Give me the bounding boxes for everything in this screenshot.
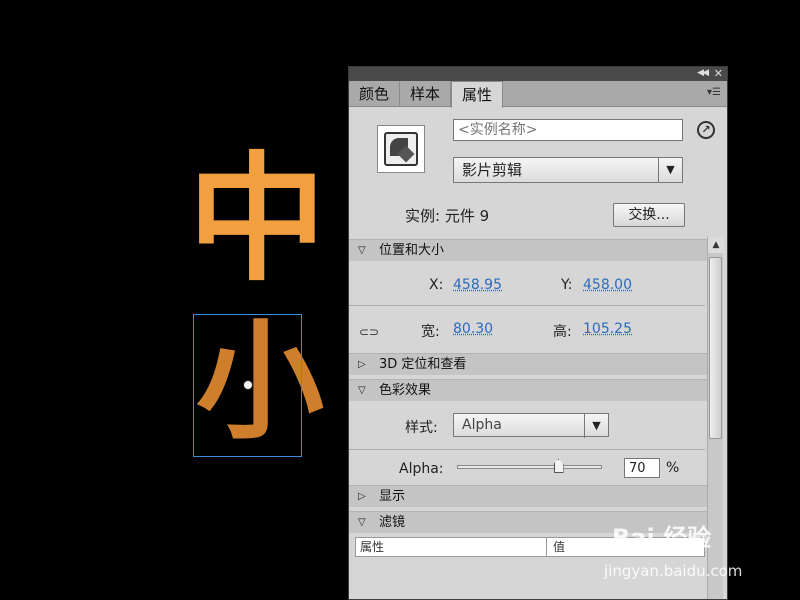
- section-display[interactable]: ▷ 显示: [349, 485, 707, 507]
- alpha-label: Alpha:: [399, 461, 444, 477]
- filters-col-value: 值: [546, 538, 565, 556]
- section-3d-position-label: 3D 定位和查看: [379, 357, 467, 372]
- x-value[interactable]: 458.95: [453, 277, 502, 293]
- alpha-value-input[interactable]: [624, 458, 660, 478]
- filters-col-property: 属性: [360, 540, 385, 554]
- alpha-slider-track[interactable]: [457, 465, 602, 469]
- section-position-size-label: 位置和大小: [379, 243, 445, 258]
- section-color-effect[interactable]: ▽ 色彩效果: [349, 379, 707, 401]
- height-label: 高:: [553, 324, 572, 340]
- instance-name-input[interactable]: [453, 119, 683, 141]
- watermark-brand: Bai 经验: [612, 524, 712, 552]
- tab-swatches[interactable]: 样本: [400, 81, 452, 107]
- swap-button[interactable]: 交换...: [613, 203, 685, 227]
- expanded-triangle-icon: ▽: [358, 245, 366, 256]
- expanded-triangle-icon: ▽: [358, 385, 366, 396]
- collapsed-triangle-icon: ▷: [358, 359, 366, 370]
- collapse-icon[interactable]: ◀◀: [697, 68, 709, 78]
- tab-properties[interactable]: 属性: [451, 81, 504, 108]
- section-filters-label: 滤镜: [379, 515, 406, 530]
- style-label: 样式:: [405, 420, 438, 436]
- section-color-effect-label: 色彩效果: [379, 383, 432, 398]
- transform-point-icon[interactable]: [243, 380, 253, 390]
- canvas-glyph-zhong: 中: [188, 137, 327, 300]
- movieclip-symbol-icon: [377, 125, 425, 173]
- y-label: Y:: [561, 277, 573, 293]
- section-3d-position[interactable]: ▷ 3D 定位和查看: [349, 353, 707, 375]
- watermark-url: jingyan.baidu.com: [604, 562, 743, 580]
- edit-symbol-icon[interactable]: ↗: [697, 121, 715, 139]
- section-display-label: 显示: [379, 489, 406, 504]
- color-style-value: Alpha: [462, 417, 502, 433]
- symbol-type-select[interactable]: 影片剪辑 ▼: [453, 157, 683, 183]
- constrain-link-icon[interactable]: ⊂⊃: [359, 325, 379, 339]
- symbol-type-value: 影片剪辑: [462, 161, 523, 179]
- panel-titlebar[interactable]: ◀◀ ✕: [349, 67, 727, 81]
- y-value[interactable]: 458.00: [583, 277, 632, 293]
- scroll-up-icon[interactable]: ▲: [708, 237, 724, 253]
- height-value[interactable]: 105.25: [583, 321, 632, 337]
- alpha-unit: %: [666, 460, 680, 476]
- tab-color[interactable]: 颜色: [349, 81, 401, 107]
- x-label: X:: [429, 277, 444, 293]
- color-style-select[interactable]: Alpha ▼: [453, 413, 609, 438]
- close-icon[interactable]: ✕: [714, 67, 723, 80]
- expanded-triangle-icon: ▽: [358, 517, 366, 528]
- chevron-down-icon: ▼: [584, 414, 608, 438]
- width-label: 宽:: [421, 324, 440, 340]
- section-position-size[interactable]: ▽ 位置和大小: [349, 239, 707, 261]
- alpha-slider-thumb[interactable]: [553, 459, 564, 473]
- instance-of-label: 实例: 元件 9: [405, 207, 490, 225]
- chevron-down-icon: ▼: [658, 158, 682, 182]
- scrollbar-thumb[interactable]: [709, 257, 722, 439]
- baidu-jingyan-watermark: Bai 经验 jingyan.baidu.com: [604, 518, 742, 580]
- panel-tabs: 颜色 样本 属性 ▾☰: [349, 81, 727, 108]
- collapsed-triangle-icon: ▷: [358, 491, 366, 502]
- panel-menu-icon[interactable]: ▾☰: [707, 87, 721, 98]
- width-value[interactable]: 80.30: [453, 321, 493, 337]
